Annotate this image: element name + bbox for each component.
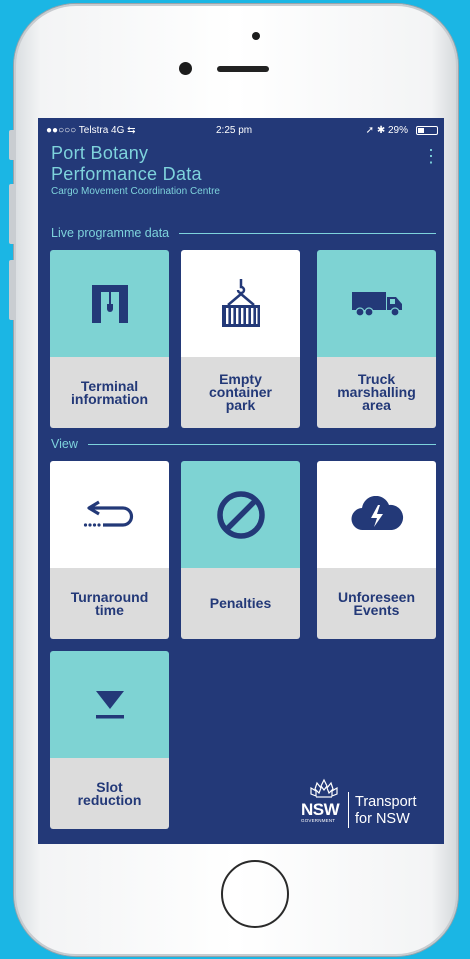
section-divider xyxy=(87,443,436,445)
prohibited-icon xyxy=(216,490,265,539)
turnaround-arrow-icon xyxy=(83,500,133,527)
home-button[interactable] xyxy=(221,860,289,928)
tile-turnaround-time[interactable]: Turnaround time xyxy=(50,461,169,639)
truck-icon xyxy=(351,291,402,317)
for-nsw-text: for NSW xyxy=(355,811,410,827)
more-vertical-icon[interactable]: ⋮ xyxy=(422,145,440,167)
app-screen: ●●○○○ Telstra 4G ⇆ 2:25 pm ➚ ✱ 29% Port … xyxy=(38,118,444,844)
tile-unforeseen-events[interactable]: Unforeseen Events xyxy=(317,461,436,639)
tile-label: Slot reduction xyxy=(77,778,142,808)
logo-divider xyxy=(348,792,349,828)
title-line-2: Performance Data xyxy=(51,164,202,184)
tile-label: Empty container park xyxy=(208,371,272,413)
tile-truck-marshalling-area[interactable]: Truck marshalling area xyxy=(317,250,436,428)
waratah-icon xyxy=(310,778,338,798)
volume-down-button xyxy=(9,260,16,320)
tile-empty-container-park[interactable]: Empty container park xyxy=(181,250,300,428)
transport-nsw-logo: NSW GOVERNMENT Transport for NSW xyxy=(301,778,441,830)
carrier-signal: ●●○○○ Telstra 4G ⇆ xyxy=(46,125,136,136)
status-battery-text: ➚ ✱ 29% xyxy=(365,125,408,136)
earpiece-speaker xyxy=(217,66,269,72)
section-view-label: View xyxy=(51,437,78,451)
crane-icon xyxy=(91,284,128,323)
tile-label: Unforeseen Events xyxy=(337,588,416,618)
tile-label: Penalties xyxy=(209,595,272,611)
front-camera xyxy=(179,62,192,75)
container-hook-icon xyxy=(221,278,260,327)
tile-slot-reduction[interactable]: Slot reduction xyxy=(50,651,169,829)
down-triangle-icon xyxy=(95,690,124,718)
status-time: 2:25 pm xyxy=(216,125,253,136)
tile-penalties[interactable]: Penalties xyxy=(181,461,300,639)
tile-label: Terminal information xyxy=(71,377,148,407)
section-divider xyxy=(179,232,436,234)
tile-label: Turnaround time xyxy=(70,588,149,618)
nsw-government-text: GOVERNMENT xyxy=(301,818,336,823)
mute-switch xyxy=(9,130,16,160)
nsw-wordmark: NSW xyxy=(301,800,340,819)
tile-terminal-information[interactable]: Terminal information xyxy=(50,250,169,428)
title-line-1: Port Botany xyxy=(51,143,149,163)
page-subtitle: Cargo Movement Coordination Centre xyxy=(51,186,220,197)
tile-label: Truck marshalling area xyxy=(337,371,416,413)
status-bar: ●●○○○ Telstra 4G ⇆ 2:25 pm ➚ ✱ 29% xyxy=(38,125,444,139)
battery-icon xyxy=(416,126,438,135)
storm-cloud-icon xyxy=(351,495,403,530)
section-live-label: Live programme data xyxy=(51,226,170,240)
volume-up-button xyxy=(9,184,16,244)
section-live: Live programme data xyxy=(51,226,436,240)
transport-text: Transport xyxy=(355,794,417,810)
section-view: View xyxy=(51,437,436,451)
proximity-sensor xyxy=(252,32,260,40)
page-title: Port Botany Performance Data xyxy=(51,143,202,185)
